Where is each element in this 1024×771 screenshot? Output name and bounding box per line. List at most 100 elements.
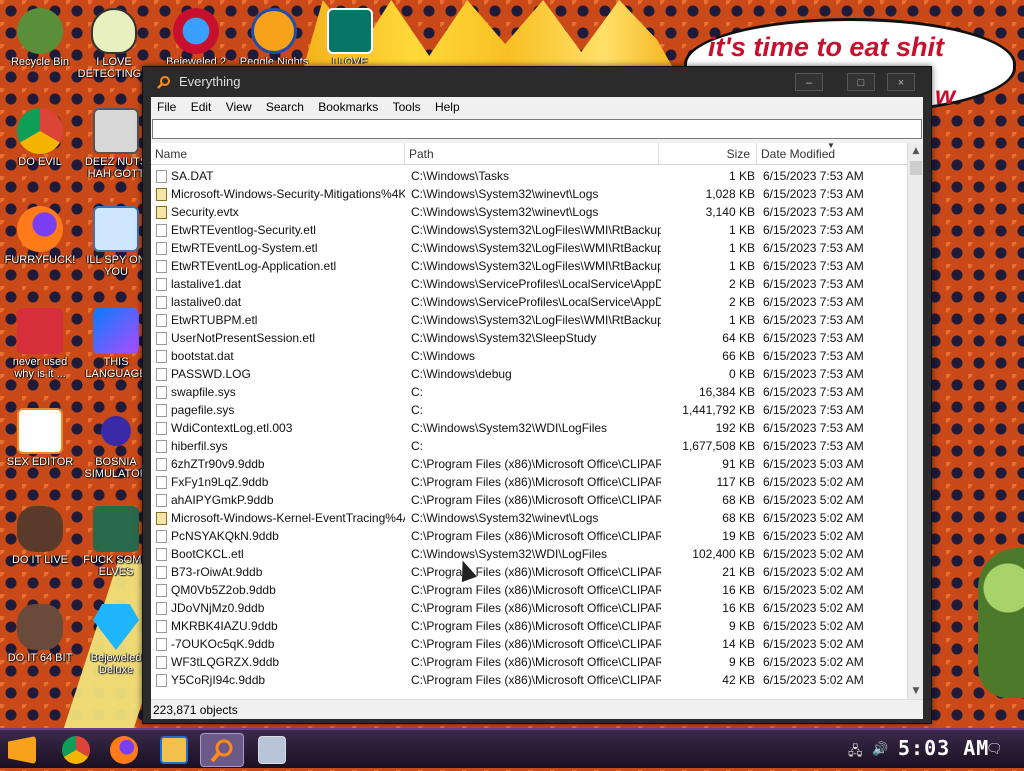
desktop-icon-recycle-bin[interactable]: Recycle Bin [2, 8, 78, 68]
table-row[interactable]: EtwRTEventLog-Application.etl C:\Windows\… [151, 257, 909, 275]
table-row[interactable]: EtwRTEventLog-System.etl C:\Windows\Syste… [151, 239, 909, 257]
column-header-date-modified[interactable]: Date Modified ▼ [757, 143, 909, 165]
file-path: C:\Windows\System32\LogFiles\WMI\RtBacku… [411, 241, 661, 255]
file-size: 68 KB [722, 511, 755, 525]
table-row[interactable]: lastalive0.dat C:\Windows\ServiceProfiles… [151, 293, 909, 311]
table-row[interactable]: JDoVNjMz0.9ddb C:\Program Files (x86)\Mic… [151, 599, 909, 617]
close-button[interactable]: × [887, 73, 915, 91]
file-date-modified: 6/15/2023 7:53 AM [763, 421, 864, 435]
chrome-icon [17, 108, 63, 154]
desktop-icon-label: I LOVE [332, 56, 368, 64]
desktop-icon-i-love[interactable]: I LOVE [312, 8, 388, 64]
diamond-icon [93, 604, 139, 650]
file-date-modified: 6/15/2023 5:02 AM [763, 511, 864, 525]
table-row[interactable]: WdiContextLog.etl.003 C:\Windows\System32… [151, 419, 909, 437]
file-date-modified: 6/15/2023 7:53 AM [763, 187, 864, 201]
desktop-icon-bejeweled-2[interactable]: Bejeweled 2 [158, 8, 234, 64]
menu-help[interactable]: Help [429, 97, 465, 114]
task-manager-icon[interactable] [258, 736, 286, 764]
menu-file[interactable]: File [151, 97, 181, 114]
table-row[interactable]: Microsoft-Windows-Kernel-EventTracing%4A… [151, 509, 909, 527]
table-row[interactable]: UserNotPresentSession.etl C:\Windows\Syst… [151, 329, 909, 347]
minimize-button[interactable]: – [795, 73, 823, 91]
desktop-icon-sex-editor[interactable]: SEX EDITOR [2, 408, 78, 468]
file-date-modified: 6/15/2023 7:53 AM [763, 295, 864, 309]
table-row[interactable]: EtwRTEventlog-Security.etl C:\Windows\Sys… [151, 221, 909, 239]
start-icon[interactable] [8, 736, 36, 764]
notifications-icon[interactable]: 🗨 [986, 742, 1003, 757]
table-row[interactable]: BootCKCL.etl C:\Windows\System32\WDI\LogF… [151, 545, 909, 563]
desktop-icon-do-evil[interactable]: DO EVIL [2, 108, 78, 168]
table-row[interactable]: ahAIPYGmkP.9ddb C:\Program Files (x86)\Mi… [151, 491, 909, 509]
maximize-button[interactable]: □ [847, 73, 875, 91]
desktop-icon-peggle-nights[interactable]: Peggle Nights [236, 8, 312, 64]
table-row[interactable]: 6zhZTr90v9.9ddb C:\Program Files (x86)\Mi… [151, 455, 909, 473]
menu-search[interactable]: Search [260, 97, 309, 114]
desktop-icon-dev-cpp[interactable]: never used why is it ... [2, 308, 78, 380]
vertical-scrollbar[interactable]: ▲ ▼ [907, 143, 923, 699]
menu-edit[interactable]: Edit [185, 97, 217, 114]
peggle-nights-icon [251, 8, 297, 54]
table-row[interactable]: SA.DAT C:\Windows\Tasks 1 KB 6/15/2023 7:53… [151, 167, 909, 185]
firefox-icon[interactable] [110, 736, 138, 764]
file-date-modified: 6/15/2023 7:53 AM [763, 241, 864, 255]
file-icon [156, 278, 167, 291]
everything-icon[interactable] [200, 733, 244, 767]
table-row[interactable]: pagefile.sys C: 1,441,792 KB 6/15/2023 7:53… [151, 401, 909, 419]
window-titlebar[interactable]: Everything – □ × [143, 67, 931, 97]
table-row[interactable]: lastalive1.dat C:\Windows\ServiceProfiles… [151, 275, 909, 293]
table-row[interactable]: Microsoft-Windows-Security-Mitigations%4… [151, 185, 909, 203]
table-row[interactable]: Security.evtx C:\Windows\System32\winevt\… [151, 203, 909, 221]
file-date-modified: 6/15/2023 5:02 AM [763, 565, 864, 579]
taskbar-clock[interactable]: 5:03 AM [898, 736, 989, 760]
portrait-icon [17, 506, 63, 552]
desktop-icon-do-it-64-bit[interactable]: DO IT 64 BIT [2, 604, 78, 664]
file-icon [156, 530, 167, 543]
table-row[interactable]: B73-rOiwAt.9ddb C:\Program Files (x86)\Mi… [151, 563, 909, 581]
table-row[interactable]: EtwRTUBPM.etl C:\Windows\System32\LogFile… [151, 311, 909, 329]
file-size: 1,441,792 KB [682, 403, 755, 417]
scroll-up-icon[interactable]: ▲ [908, 143, 923, 159]
table-row[interactable]: QM0Vb5Z2ob.9ddb C:\Program Files (x86)\Mi… [151, 581, 909, 599]
volume-icon[interactable]: 🔊 [872, 742, 888, 757]
desktop-icon-label: DO IT LIVE [11, 554, 69, 566]
table-row[interactable]: -7OUKOc5qK.9ddb C:\Program Files (x86)\Mi… [151, 635, 909, 653]
file-path: C:\Program Files (x86)\Microsoft Office\… [411, 493, 661, 507]
desktop-icon-detecting[interactable]: I LOVE DETECTING... [76, 8, 152, 80]
file-icon [156, 404, 167, 417]
menu-bookmarks[interactable]: Bookmarks [312, 97, 383, 114]
desktop-icon-label: SEX EDITOR [6, 456, 74, 468]
file-size: 117 KB [716, 475, 755, 489]
desktop-icon-do-it-live[interactable]: DO IT LIVE [2, 506, 78, 566]
table-row[interactable]: PASSWD.LOG C:\Windows\debug 0 KB 6/15/2023 … [151, 365, 909, 383]
scroll-thumb[interactable] [910, 161, 922, 175]
scroll-down-icon[interactable]: ▼ [908, 683, 923, 699]
file-path: C: [411, 385, 423, 399]
file-icon [156, 494, 167, 507]
column-header-size[interactable]: Size [659, 143, 757, 165]
column-header: Name Path Size Date Modified ▼ [151, 143, 909, 165]
file-name: MKRBK4IAZU.9ddb [171, 619, 278, 633]
file-date-modified: 6/15/2023 5:02 AM [763, 655, 864, 669]
search-input[interactable] [152, 119, 922, 139]
file-name: hiberfil.sys [171, 439, 228, 453]
desktop-icon-furryfuck[interactable]: FURRYFUCK! [2, 206, 78, 266]
menu-tools[interactable]: Tools [387, 97, 426, 114]
table-row[interactable]: WF3tLQGRZX.9ddb C:\Program Files (x86)\Mi… [151, 653, 909, 671]
column-header-path[interactable]: Path [405, 143, 659, 165]
table-row[interactable]: swapfile.sys C: 16,384 KB 6/15/2023 7:53 AM [151, 383, 909, 401]
table-row[interactable]: bootstat.dat C:\Windows 66 KB 6/15/2023 7:5… [151, 347, 909, 365]
chrome-icon[interactable] [62, 736, 90, 764]
table-row[interactable]: Y5CoRjI94c.9ddb C:\Program Files (x86)\Mi… [151, 671, 909, 689]
menu-view[interactable]: View [220, 97, 257, 114]
file-icon [156, 332, 167, 345]
table-row[interactable]: hiberfil.sys C: 1,677,508 KB 6/15/2023 7:53… [151, 437, 909, 455]
table-row[interactable]: FxFy1n9LqZ.9ddb C:\Program Files (x86)\Mi… [151, 473, 909, 491]
file-path: C:\Program Files (x86)\Microsoft Office\… [411, 619, 661, 633]
hxd-hex-editor-icon [17, 408, 63, 454]
table-row[interactable]: PcNSYAKQkN.9ddb C:\Program Files (x86)\Mi… [151, 527, 909, 545]
network-icon[interactable]: 🖧 [848, 742, 863, 764]
column-header-name[interactable]: Name [151, 143, 405, 165]
file-explorer-icon[interactable] [160, 736, 188, 764]
table-row[interactable]: MKRBK4IAZU.9ddb C:\Program Files (x86)\Mi… [151, 617, 909, 635]
